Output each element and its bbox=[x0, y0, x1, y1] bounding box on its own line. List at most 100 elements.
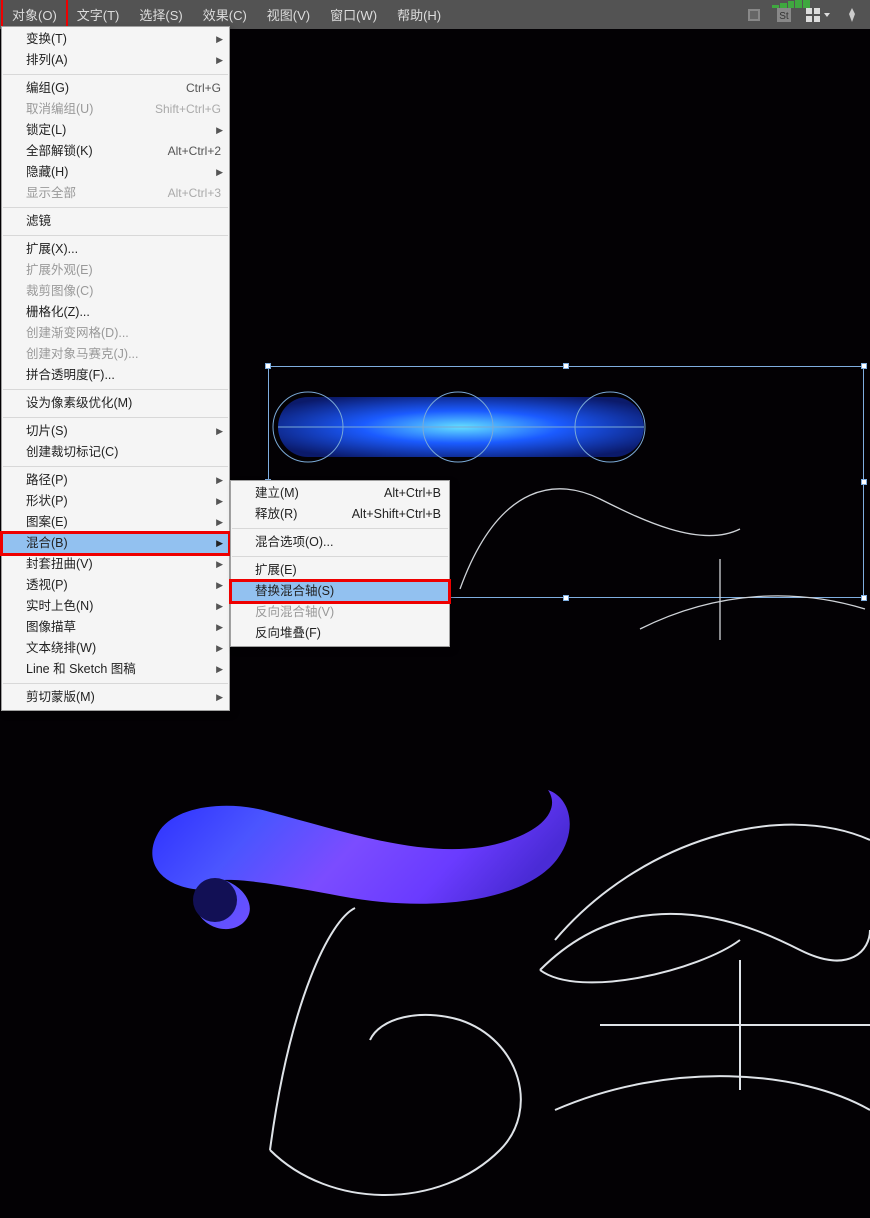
submenu-arrow-icon: ▶ bbox=[216, 514, 223, 531]
object-menu-item[interactable]: 形状(P)▶ bbox=[2, 491, 229, 512]
submenu-arrow-icon: ▶ bbox=[216, 619, 223, 636]
blend-submenu-item[interactable]: 混合选项(O)... bbox=[231, 532, 449, 553]
object-menu-item[interactable]: Line 和 Sketch 图稿 ▶ bbox=[2, 659, 229, 680]
menu-item-label: 扩展外观(E) bbox=[26, 262, 93, 279]
object-menu-item[interactable]: 文本绕排(W) ▶ bbox=[2, 638, 229, 659]
menu-item-label: 全部解锁(K) bbox=[26, 143, 93, 160]
menu-item-shortcut: Alt+Ctrl+3 bbox=[168, 185, 221, 202]
menu-item-label: 创建裁切标记(C) bbox=[26, 444, 118, 461]
object-menu-separator bbox=[3, 417, 228, 418]
object-menu-separator bbox=[3, 466, 228, 467]
object-menu-item[interactable]: 扩展(X)... bbox=[2, 239, 229, 260]
object-menu-item[interactable]: 锁定(L)▶ bbox=[2, 120, 229, 141]
object-menu-item[interactable]: 混合(B) ▶ bbox=[2, 533, 229, 554]
menu-item-label: 滤镜 bbox=[26, 213, 51, 230]
object-menu-item[interactable]: 拼合透明度(F)... bbox=[2, 365, 229, 386]
submenu-arrow-icon: ▶ bbox=[216, 164, 223, 181]
menu-help[interactable]: 帮助(H) bbox=[387, 0, 451, 30]
object-menu-item[interactable]: 封套扭曲(V) ▶ bbox=[2, 554, 229, 575]
object-menu-item[interactable]: 切片(S) ▶ bbox=[2, 421, 229, 442]
canvas-art-bottom bbox=[0, 640, 870, 1218]
submenu-arrow-icon: ▶ bbox=[216, 493, 223, 510]
menu-item-shortcut: Alt+Ctrl+2 bbox=[168, 143, 221, 160]
menu-item-shortcut: Alt+Ctrl+B bbox=[384, 485, 441, 502]
object-menu-item[interactable]: 编组(G)Ctrl+G bbox=[2, 78, 229, 99]
submenu-arrow-icon: ▶ bbox=[216, 535, 223, 552]
menu-item-label: 剪切蒙版(M) bbox=[26, 689, 95, 706]
menubar-right-icons: St bbox=[744, 5, 870, 25]
menu-item-shortcut: Shift+Ctrl+G bbox=[155, 101, 221, 118]
menu-item-label: 扩展(E) bbox=[255, 562, 297, 579]
menu-item-label: Line 和 Sketch 图稿 bbox=[26, 661, 136, 678]
menu-item-label: 设为像素级优化(M) bbox=[26, 395, 132, 412]
blend-submenu-item[interactable]: 替换混合轴(S) bbox=[231, 581, 449, 602]
menu-item-label: 裁剪图像(C) bbox=[26, 283, 93, 300]
menu-item-label: 封套扭曲(V) bbox=[26, 556, 93, 573]
menu-item-label: 拼合透明度(F)... bbox=[26, 367, 115, 384]
object-menu-item[interactable]: 设为像素级优化(M) bbox=[2, 393, 229, 414]
menu-item-label: 释放(R) bbox=[255, 506, 297, 523]
blend-submenu-item[interactable]: 扩展(E) bbox=[231, 560, 449, 581]
blend-submenu-item[interactable]: 建立(M) Alt+Ctrl+B bbox=[231, 483, 449, 504]
object-menu-item[interactable]: 透视(P)▶ bbox=[2, 575, 229, 596]
submenu-arrow-icon: ▶ bbox=[216, 689, 223, 706]
object-menu-item[interactable]: 图像描草 ▶ bbox=[2, 617, 229, 638]
object-menu-item[interactable]: 全部解锁(K) Alt+Ctrl+2 bbox=[2, 141, 229, 162]
svg-text:St: St bbox=[779, 11, 789, 22]
object-menu-item: 取消编组(U)Shift+Ctrl+G bbox=[2, 99, 229, 120]
menu-item-shortcut: Alt+Shift+Ctrl+B bbox=[352, 506, 441, 523]
menu-item-label: 图案(E) bbox=[26, 514, 68, 531]
canvas-bottom bbox=[0, 640, 870, 1218]
submenu-arrow-icon: ▶ bbox=[216, 52, 223, 69]
object-menu-item[interactable]: 剪切蒙版(M) ▶ bbox=[2, 687, 229, 708]
object-menu-item[interactable]: 排列(A)▶ bbox=[2, 50, 229, 71]
menu-item-label: 文本绕排(W) bbox=[26, 640, 96, 657]
object-menu-separator bbox=[3, 389, 228, 390]
object-menu-separator bbox=[3, 207, 228, 208]
submenu-arrow-icon: ▶ bbox=[216, 556, 223, 573]
doc-icon[interactable] bbox=[744, 5, 764, 25]
blend-submenu-item[interactable]: 释放(R) Alt+Shift+Ctrl+B bbox=[231, 504, 449, 525]
menu-item-label: 混合(B) bbox=[26, 535, 68, 552]
blend-submenu[interactable]: 建立(M) Alt+Ctrl+B 释放(R) Alt+Shift+Ctrl+B 混合选项… bbox=[230, 480, 450, 647]
object-menu-item[interactable]: 滤镜 bbox=[2, 211, 229, 232]
menu-item-label: 创建对象马赛克(J)... bbox=[26, 346, 139, 363]
object-menu-item[interactable]: 栅格化(Z)... bbox=[2, 302, 229, 323]
object-menu-item: 显示全部 Alt+Ctrl+3 bbox=[2, 183, 229, 204]
object-menu-item[interactable]: 变换(T)▶ bbox=[2, 29, 229, 50]
menubar: 对象(O) 文字(T) 选择(S) 效果(C) 视图(V) 窗口(W) 帮助(H… bbox=[0, 0, 870, 29]
rocket-icon[interactable] bbox=[842, 5, 862, 25]
menu-item-shortcut: Ctrl+G bbox=[186, 80, 221, 97]
object-menu-dropdown[interactable]: 变换(T)▶排列(A)▶ 编组(G)Ctrl+G取消编组(U)Shift+Ctrl… bbox=[1, 26, 230, 711]
submenu-arrow-icon: ▶ bbox=[216, 31, 223, 48]
blend-submenu-item: 反向混合轴(V) bbox=[231, 602, 449, 623]
menu-item-label: 建立(M) bbox=[255, 485, 299, 502]
blend-submenu-item[interactable]: 反向堆叠(F) bbox=[231, 623, 449, 644]
submenu-arrow-icon: ▶ bbox=[216, 640, 223, 657]
object-menu-item[interactable]: 创建裁切标记(C) bbox=[2, 442, 229, 463]
menu-item-label: 替换混合轴(S) bbox=[255, 583, 334, 600]
menu-item-label: 反向混合轴(V) bbox=[255, 604, 334, 621]
menu-item-label: 锁定(L) bbox=[26, 122, 66, 139]
menu-item-label: 切片(S) bbox=[26, 423, 68, 440]
menu-item-label: 隐藏(H) bbox=[26, 164, 68, 181]
object-menu-item[interactable]: 隐藏(H) ▶ bbox=[2, 162, 229, 183]
submenu-arrow-icon: ▶ bbox=[216, 661, 223, 678]
object-menu-separator bbox=[3, 74, 228, 75]
submenu-arrow-icon: ▶ bbox=[216, 472, 223, 489]
gpu-meter-icon bbox=[772, 0, 810, 8]
menu-item-label: 图像描草 bbox=[26, 619, 76, 636]
menu-item-label: 创建渐变网格(D)... bbox=[26, 325, 129, 342]
object-menu-item: 扩展外观(E) bbox=[2, 260, 229, 281]
object-menu-item: 裁剪图像(C) bbox=[2, 281, 229, 302]
menu-view[interactable]: 视图(V) bbox=[257, 0, 320, 30]
menu-item-label: 栅格化(Z)... bbox=[26, 304, 90, 321]
submenu-arrow-icon: ▶ bbox=[216, 423, 223, 440]
menu-item-label: 显示全部 bbox=[26, 185, 76, 202]
menu-item-label: 混合选项(O)... bbox=[255, 534, 333, 551]
menu-item-label: 透视(P) bbox=[26, 577, 68, 594]
object-menu-item[interactable]: 路径(P)▶ bbox=[2, 470, 229, 491]
menu-window[interactable]: 窗口(W) bbox=[320, 0, 387, 30]
object-menu-item[interactable]: 实时上色(N)▶ bbox=[2, 596, 229, 617]
object-menu-item[interactable]: 图案(E) ▶ bbox=[2, 512, 229, 533]
